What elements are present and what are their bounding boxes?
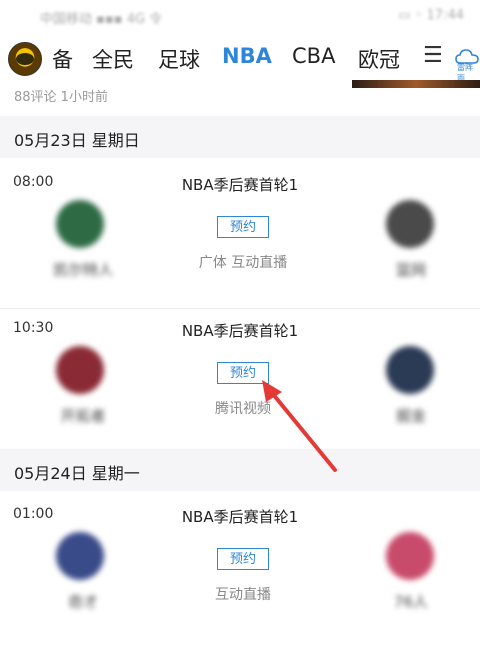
tab-football[interactable]: 足球: [158, 44, 200, 74]
away-team-logo[interactable]: [386, 200, 434, 248]
date-label: 05月23日 星期日: [14, 131, 140, 150]
match-card[interactable]: 08:00 NBA季后赛首轮1 凯尔特人 篮网 预约 广体 互动直播: [0, 164, 480, 304]
home-team-logo[interactable]: [56, 346, 104, 394]
away-team-logo[interactable]: [386, 532, 434, 580]
status-bar: 中国移动 ▪▪▪ 4G 令 ▭ ◦ 17:44: [0, 0, 480, 34]
broadcast-info: 互动直播: [215, 587, 271, 603]
home-team-logo[interactable]: [56, 532, 104, 580]
match-title: NBA季后赛首轮1: [181, 176, 299, 194]
tab-nba[interactable]: NBA: [222, 44, 272, 68]
tab-bei[interactable]: 备: [52, 44, 73, 74]
date-header: 05月24日 星期一: [0, 449, 480, 491]
match-title: NBA季后赛首轮1: [181, 322, 299, 340]
carrier-info: 中国移动 ▪▪▪ 4G 令: [40, 12, 163, 27]
home-team-logo[interactable]: [56, 200, 104, 248]
reserve-button[interactable]: 预约: [217, 216, 269, 238]
reserve-button[interactable]: 预约: [217, 548, 269, 570]
news-thumbnail[interactable]: [352, 80, 480, 88]
broadcast-info: 广体 互动直播: [198, 255, 288, 271]
match-card[interactable]: 10:30 NBA季后赛首轮1 开拓者 掘金 预约 腾讯视频: [0, 310, 480, 450]
date-label: 05月24日 星期一: [14, 464, 140, 483]
date-header: 05月23日 星期日: [0, 116, 480, 158]
tab-quanmin[interactable]: 全民: [92, 44, 134, 74]
match-title: NBA季后赛首轮1: [181, 508, 299, 526]
news-meta: 88评论 1小时前: [14, 90, 108, 105]
clock-battery: ▭ ◦ 17:44: [398, 8, 464, 23]
tab-ucl[interactable]: 欧冠: [358, 44, 400, 74]
away-team-logo[interactable]: [386, 346, 434, 394]
match-card[interactable]: 01:00 NBA季后赛首轮1 奇才 76人 预约 互动直播: [0, 496, 480, 636]
tab-cba[interactable]: CBA: [292, 44, 335, 68]
channel-nav: 备 全民 足球 NBA CBA 欧冠 ☰ 雷阵雨: [0, 36, 480, 83]
menu-icon[interactable]: ☰: [423, 43, 443, 68]
reserve-button[interactable]: 预约: [217, 362, 269, 384]
broadcast-info: 腾讯视频: [215, 401, 271, 417]
divider: [0, 308, 480, 309]
user-avatar[interactable]: [8, 42, 42, 76]
